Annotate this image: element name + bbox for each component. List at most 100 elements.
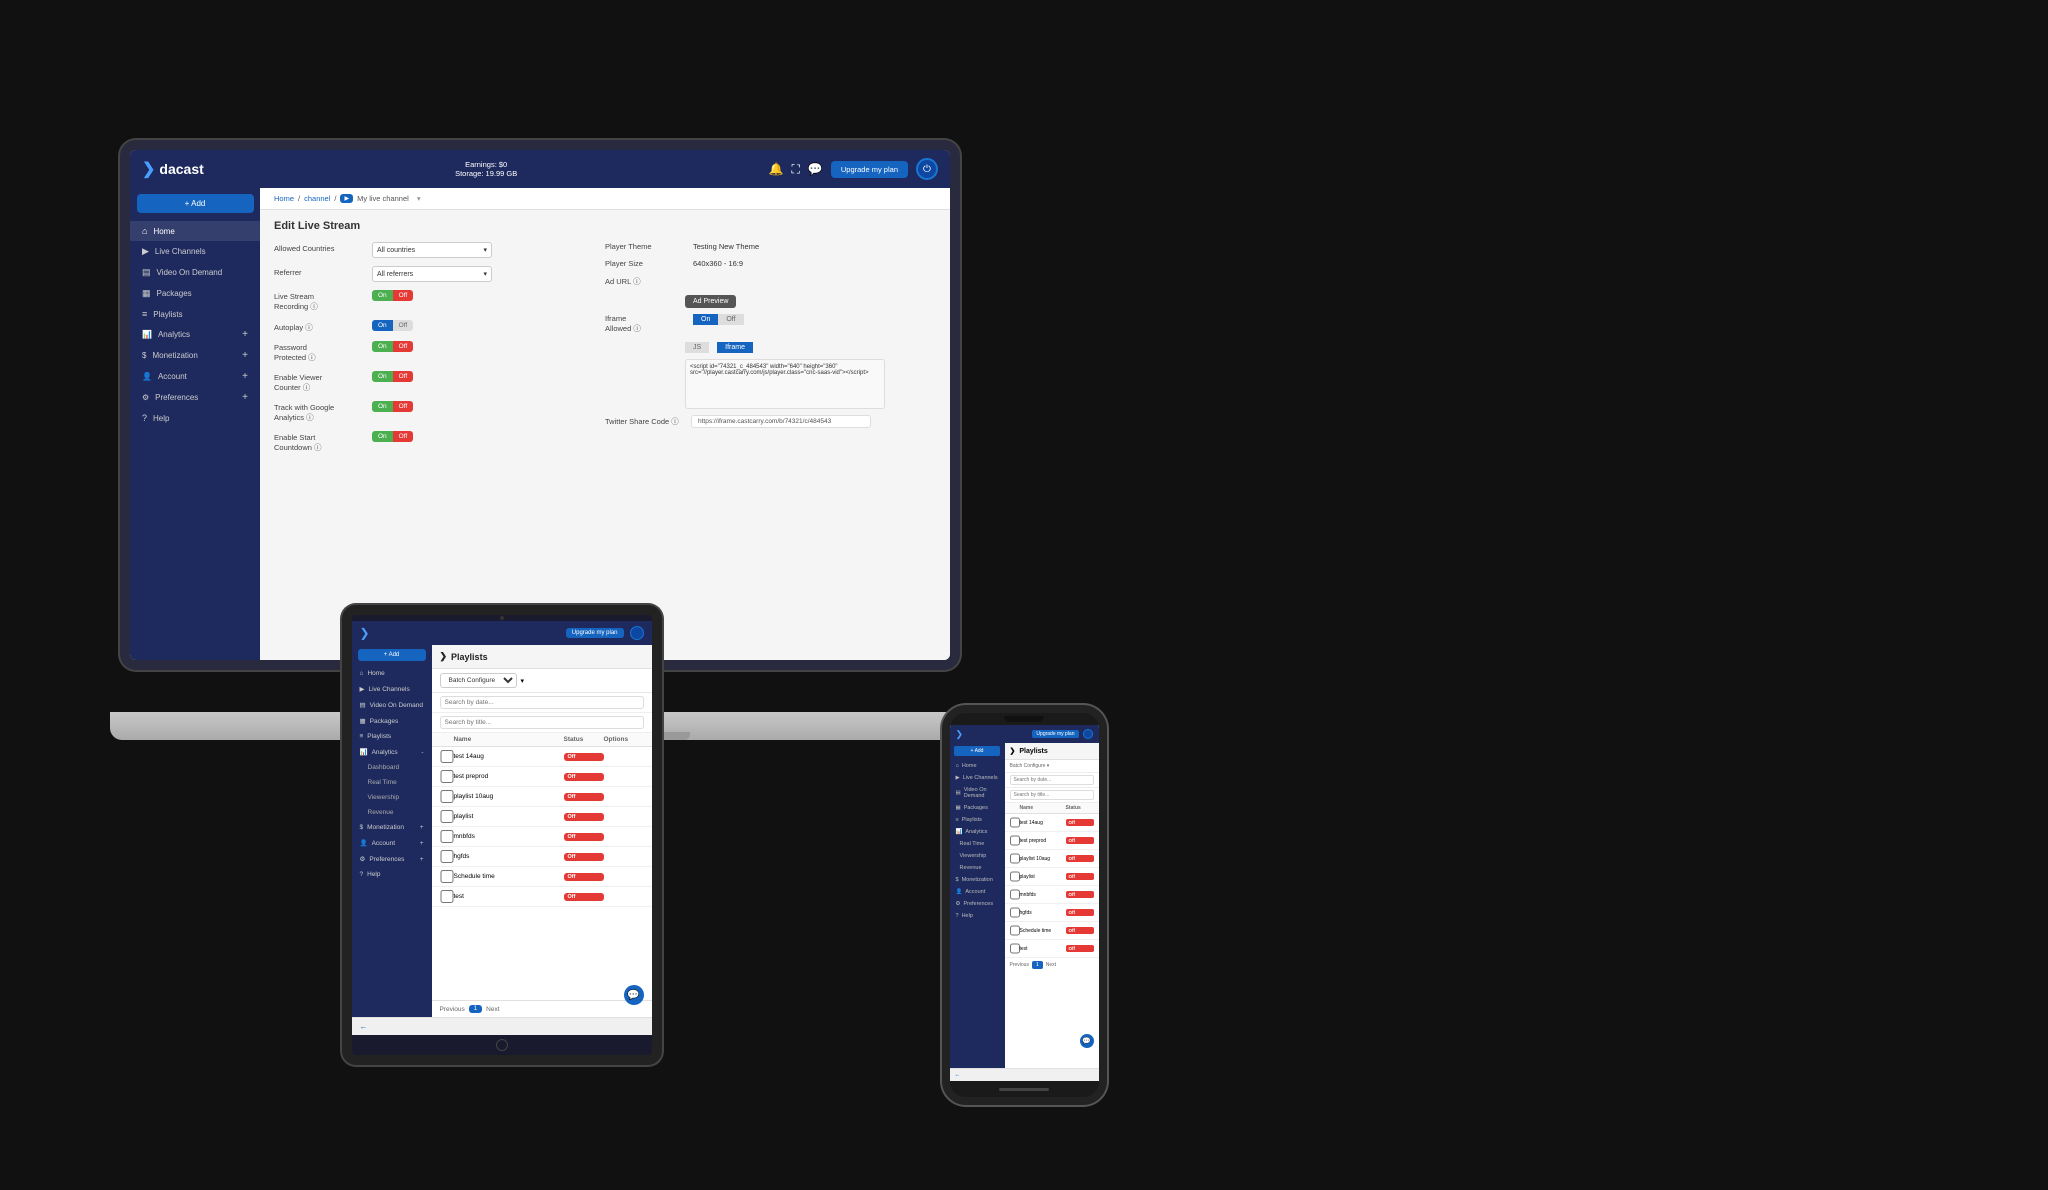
ph-row-check[interactable] xyxy=(1010,942,1020,955)
sidebar-item-vod[interactable]: ▤ Video On Demand xyxy=(130,262,260,283)
countdown-off-btn[interactable]: Off xyxy=(393,431,414,442)
phone-sidebar-realtime[interactable]: Real Time xyxy=(950,838,1005,850)
tablet-sidebar-live[interactable]: ▶ Live Channels xyxy=(352,681,432,697)
tablet-add-button[interactable]: + Add xyxy=(358,649,426,661)
row-checkbox[interactable] xyxy=(440,830,454,843)
tablet-sidebar-packages[interactable]: ▦ Packages xyxy=(352,713,432,729)
sidebar-item-live-channels[interactable]: ▶ Live Channels xyxy=(130,241,260,262)
password-on-btn[interactable]: On xyxy=(372,341,393,352)
row-checkbox[interactable] xyxy=(440,810,454,823)
tablet-home-button[interactable] xyxy=(352,1035,652,1055)
ga-on-btn[interactable]: On xyxy=(372,401,393,412)
ph-row-check[interactable] xyxy=(1010,852,1020,865)
allowed-countries-select[interactable]: All countries ▾ xyxy=(372,242,492,258)
phone-sidebar-analytics[interactable]: 📊 Analytics xyxy=(950,826,1005,838)
sidebar-item-help[interactable]: ? Help xyxy=(130,408,260,428)
breadcrumb-home[interactable]: Home xyxy=(274,194,294,203)
ph-row-check[interactable] xyxy=(1010,870,1020,883)
ph-page-btn[interactable]: 1 xyxy=(1032,961,1043,969)
tablet-sidebar-account[interactable]: 👤 Account + xyxy=(352,835,432,851)
tablet-sidebar-vod[interactable]: ▤ Video On Demand xyxy=(352,697,432,713)
upgrade-button[interactable]: Upgrade my plan xyxy=(831,161,908,178)
power-button[interactable]: ⏻ xyxy=(916,158,938,180)
autoplay-on-btn[interactable]: On xyxy=(372,320,393,331)
tablet-chat-button[interactable]: 💬 xyxy=(624,985,644,1005)
fullscreen-icon[interactable]: ⛶ xyxy=(792,162,800,177)
page-1-button[interactable]: 1 xyxy=(469,1005,482,1013)
phone-sidebar-viewership[interactable]: Viewership xyxy=(950,850,1005,862)
tablet-sidebar-monetization[interactable]: $ Monetization + xyxy=(352,820,432,835)
ph-row-check[interactable] xyxy=(1010,906,1020,919)
phone-sidebar-playlists[interactable]: ≡ Playlists xyxy=(950,814,1005,826)
breadcrumb-channel[interactable]: channel xyxy=(304,194,330,203)
sidebar-item-analytics[interactable]: 📊 Analytics + xyxy=(130,324,260,345)
sidebar-item-packages[interactable]: ▦ Packages xyxy=(130,283,260,304)
phone-sidebar-vod[interactable]: ▤ Video On Demand xyxy=(950,784,1005,802)
tablet-sidebar-revenue[interactable]: Revenue xyxy=(352,805,432,820)
row-checkbox[interactable] xyxy=(440,750,454,763)
iframe-tab-button[interactable]: Iframe xyxy=(717,342,753,353)
sidebar-item-monetization[interactable]: $ Monetization + xyxy=(130,345,260,366)
phone-back-button[interactable]: ← xyxy=(950,1068,1099,1081)
phone-search-title-input[interactable] xyxy=(1010,790,1094,800)
sidebar-item-account[interactable]: 👤 Account + xyxy=(130,366,260,387)
phone-search-date-input[interactable] xyxy=(1010,775,1094,785)
tablet-sidebar-realtime[interactable]: Real Time xyxy=(352,775,432,790)
referrer-select[interactable]: All referrers ▾ xyxy=(372,266,492,282)
sidebar-item-home[interactable]: ⌂ Home xyxy=(130,221,260,241)
chat-icon[interactable]: 💬 xyxy=(808,162,823,176)
row-checkbox[interactable] xyxy=(440,870,454,883)
tablet-sidebar-playlists[interactable]: ≡ Playlists xyxy=(352,729,432,744)
playlists-icon: ≡ xyxy=(142,309,147,319)
livestream-off-btn[interactable]: Off xyxy=(393,290,414,301)
search-date-input[interactable] xyxy=(440,696,644,709)
phone-add-button[interactable]: + Add xyxy=(954,746,1001,756)
add-button[interactable]: + Add xyxy=(137,194,254,213)
tablet-sidebar-analytics[interactable]: 📊 Analytics - xyxy=(352,744,432,760)
row-checkbox[interactable] xyxy=(440,890,454,903)
js-tab-button[interactable]: JS xyxy=(685,342,709,353)
phone-sidebar-live[interactable]: ▶ Live Channels xyxy=(950,772,1005,784)
phone-sidebar-packages[interactable]: ▦ Packages xyxy=(950,802,1005,814)
tablet-sidebar-preferences[interactable]: ⚙ Preferences + xyxy=(352,851,432,867)
bell-icon[interactable]: 🔔 xyxy=(769,162,784,176)
sidebar-item-playlists[interactable]: ≡ Playlists xyxy=(130,304,260,324)
phone-chat-button[interactable]: 💬 xyxy=(1080,1034,1094,1048)
iframe-on-btn[interactable]: On xyxy=(693,314,718,325)
batch-configure-select[interactable]: Batch Configure xyxy=(440,673,517,688)
tablet-power-button[interactable] xyxy=(630,626,644,640)
sidebar-item-preferences[interactable]: ⚙ Preferences + xyxy=(130,387,260,408)
viewer-off-btn[interactable]: Off xyxy=(393,371,414,382)
phone-sidebar-monetization[interactable]: $ Monetization xyxy=(950,874,1005,886)
search-title-input[interactable] xyxy=(440,716,644,729)
phone-upgrade-button[interactable]: Upgrade my plan xyxy=(1032,730,1078,738)
tablet-sidebar-viewership[interactable]: Viewership xyxy=(352,790,432,805)
ph-row-check[interactable] xyxy=(1010,834,1020,847)
row-checkbox[interactable] xyxy=(440,790,454,803)
tablet-sidebar-home[interactable]: ⌂ Home xyxy=(352,666,432,681)
ph-row-name: test 14aug xyxy=(1020,820,1066,826)
phone-sidebar-preferences[interactable]: ⚙ Preferences xyxy=(950,898,1005,910)
livestream-on-btn[interactable]: On xyxy=(372,290,393,301)
phone-sidebar-revenue[interactable]: Revenue xyxy=(950,862,1005,874)
phone-power-button[interactable] xyxy=(1083,729,1093,739)
autoplay-off-btn[interactable]: Off xyxy=(393,320,414,331)
row-checkbox[interactable] xyxy=(440,850,454,863)
phone-sidebar-account[interactable]: 👤 Account xyxy=(950,886,1005,898)
tablet-sidebar-dashboard[interactable]: Dashboard xyxy=(352,760,432,775)
tablet-upgrade-button[interactable]: Upgrade my plan xyxy=(566,628,624,638)
tablet-sidebar-help[interactable]: ? Help xyxy=(352,867,432,882)
viewer-on-btn[interactable]: On xyxy=(372,371,393,382)
ph-row-check[interactable] xyxy=(1010,816,1020,829)
phone-sidebar-help[interactable]: ? Help xyxy=(950,910,1005,922)
ph-row-check[interactable] xyxy=(1010,924,1020,937)
ad-preview-button[interactable]: Ad Preview xyxy=(685,295,736,308)
ph-row-check[interactable] xyxy=(1010,888,1020,901)
phone-sidebar-home[interactable]: ⌂ Home xyxy=(950,760,1005,772)
tablet-back-button[interactable]: ← xyxy=(352,1017,652,1035)
row-checkbox[interactable] xyxy=(440,770,454,783)
countdown-on-btn[interactable]: On xyxy=(372,431,393,442)
ga-off-btn[interactable]: Off xyxy=(393,401,414,412)
iframe-off-btn[interactable]: Off xyxy=(718,314,743,325)
password-off-btn[interactable]: Off xyxy=(393,341,414,352)
